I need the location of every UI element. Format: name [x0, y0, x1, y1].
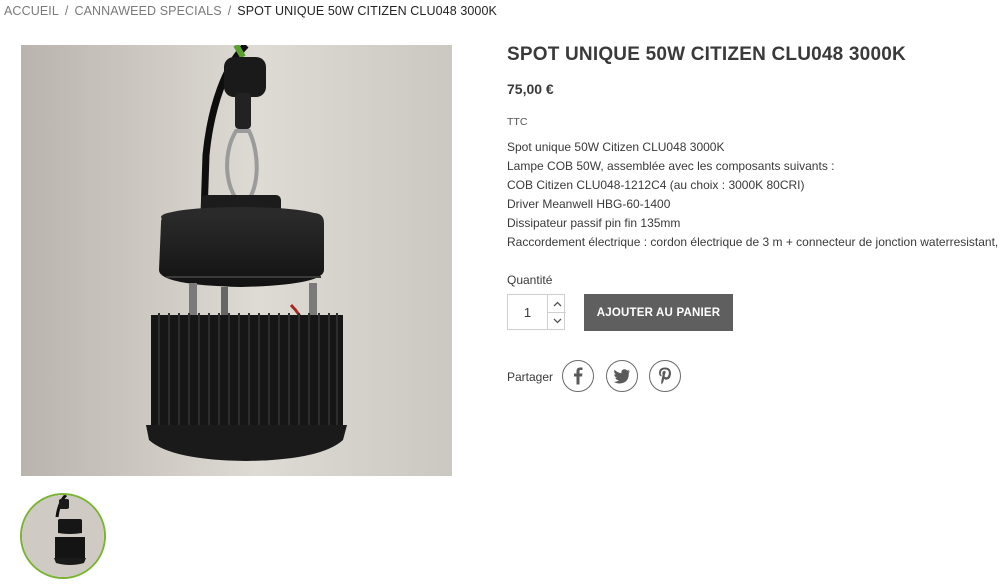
chevron-down-icon: [553, 318, 561, 323]
description-line: Dissipateur passif pin fin 135mm: [507, 216, 681, 230]
lamp-photo: [21, 45, 452, 476]
description-line: COB Citizen CLU048-1212C4 (au choix : 30…: [507, 178, 805, 192]
breadcrumb: ACCUEIL / CANNAWEED SPECIALS / SPOT UNIQUE 5…: [4, 4, 497, 18]
quantity-input[interactable]: [508, 295, 547, 329]
description-line: Spot unique 50W Citizen CLU048 3000K: [507, 140, 725, 154]
pinterest-share-button[interactable]: [649, 360, 681, 392]
breadcrumb-separator: /: [64, 4, 69, 18]
breadcrumb-home-link[interactable]: ACCUEIL: [4, 4, 59, 18]
chevron-up-icon: [553, 301, 561, 306]
quantity-increase-button[interactable]: [547, 295, 566, 313]
breadcrumb-category-link[interactable]: CANNAWEED SPECIALS: [74, 4, 221, 18]
lamp-thumbnail-photo: [22, 495, 104, 577]
twitter-share-button[interactable]: [606, 360, 638, 392]
product-description: Spot unique 50W Citizen CLU048 3000K Lam…: [507, 138, 1000, 252]
facebook-icon: [574, 367, 583, 385]
tax-label: TTC: [507, 116, 528, 128]
facebook-share-button[interactable]: [562, 360, 594, 392]
twitter-icon: [613, 368, 630, 384]
quantity-label: Quantité: [507, 273, 553, 287]
description-line: Driver Meanwell HBG-60-1400: [507, 197, 671, 211]
description-line: Lampe COB 50W, assemblée avec les compos…: [507, 159, 835, 173]
product-main-image[interactable]: [21, 45, 452, 476]
product-title: SPOT UNIQUE 50W CITIZEN CLU048 3000K: [507, 44, 906, 65]
add-to-cart-button[interactable]: AJOUTER AU PANIER: [584, 294, 733, 331]
quantity-decrease-button[interactable]: [547, 312, 566, 329]
share-label: Partager: [507, 370, 554, 384]
description-line: Raccordement électrique : cordon électri…: [507, 235, 999, 249]
product-price: 75,00 €: [507, 81, 554, 97]
pinterest-icon: [659, 367, 671, 385]
breadcrumb-separator: /: [227, 4, 232, 18]
product-thumbnail[interactable]: [20, 493, 106, 579]
quantity-stepper: [507, 294, 566, 330]
breadcrumb-current: SPOT UNIQUE 50W CITIZEN CLU048 3000K: [237, 4, 497, 18]
